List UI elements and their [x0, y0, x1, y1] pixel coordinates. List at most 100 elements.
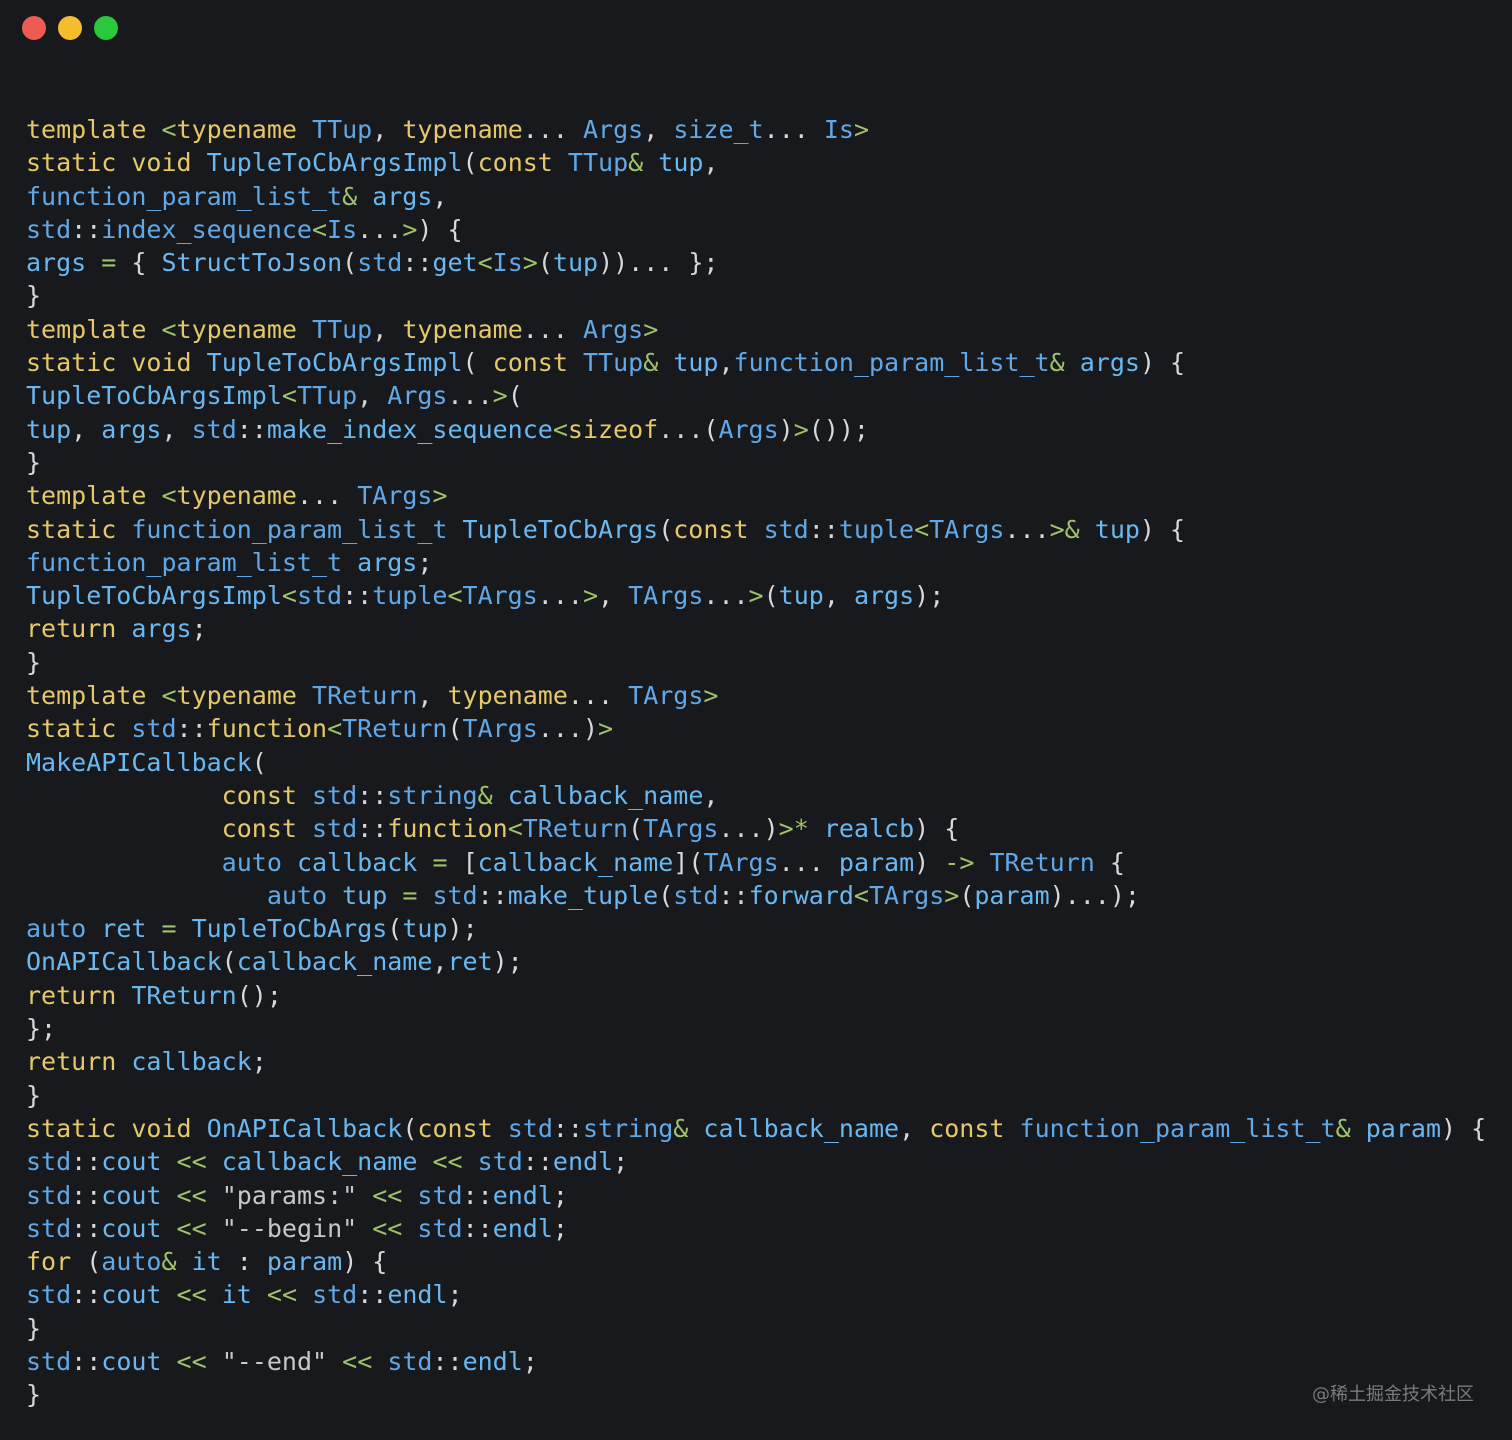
code-token: &: [161, 1247, 177, 1277]
code-token: OnAPICallback: [206, 1113, 403, 1143]
code-token: (: [959, 880, 975, 910]
code-token: >: [703, 681, 719, 711]
code-line: std::cout << "--end" << std::endl;: [26, 1345, 1486, 1378]
code-token: std: [26, 1280, 72, 1310]
code-token: std: [357, 248, 403, 278]
code-token: forward: [748, 880, 854, 910]
code-line: OnAPICallback(callback_name,ret);: [26, 945, 1486, 978]
code-token: std: [312, 1280, 358, 1310]
zoom-window-icon[interactable]: [94, 16, 118, 40]
code-token: callback_name: [477, 847, 674, 877]
code-token: }: [26, 281, 42, 311]
code-token: ::: [236, 414, 267, 444]
code-token: typename: [447, 681, 568, 711]
code-token: TArgs: [628, 581, 704, 611]
code-token: function_param_list_t: [26, 181, 343, 211]
code-line: std::cout << "--begin" << std::endl;: [26, 1212, 1486, 1245]
code-token: >: [582, 581, 599, 611]
code-token: ) {: [1139, 348, 1186, 378]
code-line: template <typename TTup, typename... Arg…: [26, 313, 1486, 346]
code-token: &: [1335, 1113, 1351, 1143]
code-token: function: [206, 714, 328, 744]
code-token: template: [26, 481, 147, 511]
code-token: <: [552, 414, 568, 444]
code-line: TupleToCbArgsImpl<std::tuple<TArgs...>, …: [26, 579, 1486, 612]
code-token: TArgs: [643, 814, 719, 844]
code-token: typename: [402, 314, 523, 344]
minimize-window-icon[interactable]: [58, 16, 82, 40]
code-token: callback_name: [236, 947, 433, 977]
code-token: >: [492, 381, 508, 411]
code-token: ,: [372, 314, 403, 344]
code-token: cout: [101, 1213, 162, 1243]
code-token: <: [477, 248, 493, 278]
code-token: ,: [432, 181, 448, 211]
code-token: TupleToCbArgsImpl: [206, 348, 463, 378]
code-token: void: [131, 1113, 192, 1143]
code-line: function_param_list_t args;: [26, 546, 1486, 579]
code-token: StructToJson: [161, 248, 343, 278]
code-token: static: [26, 514, 117, 544]
code-token: ::: [432, 1346, 463, 1376]
code-line: static function_param_list_t TupleToCbAr…: [26, 513, 1486, 546]
code-token: ,: [372, 115, 403, 144]
code-token: <<: [432, 1147, 463, 1177]
code-token: <: [853, 880, 869, 910]
code-token: args: [101, 414, 162, 444]
window-controls: [22, 16, 118, 40]
code-token: <<: [176, 1180, 207, 1210]
code-token: tup: [1094, 514, 1140, 544]
code-token: ,: [432, 947, 448, 977]
code-token: cout: [101, 1180, 162, 1210]
code-token: ,: [598, 581, 629, 611]
code-token: std: [26, 1213, 72, 1243]
code-token: ...): [718, 814, 779, 844]
code-token: );: [447, 914, 478, 944]
code-token: :: [236, 1247, 252, 1277]
code-token: ;: [552, 1180, 568, 1210]
code-token: Args: [583, 115, 644, 144]
code-token: =: [402, 880, 418, 910]
code-token: TTup: [582, 348, 644, 378]
code-token: Args: [387, 381, 448, 411]
code-token: std: [26, 214, 72, 244]
code-token: std: [673, 880, 719, 910]
code-token: (: [658, 514, 674, 544]
code-token: tup: [778, 581, 824, 611]
code-token: <<: [176, 1346, 207, 1376]
code-line: auto callback = [callback_name](TArgs...…: [26, 846, 1486, 879]
code-token: ::: [477, 880, 508, 910]
code-token: cout: [101, 1280, 162, 1310]
code-line: std::cout << callback_name << std::endl;: [26, 1145, 1486, 1178]
code-token: ...: [296, 481, 358, 511]
code-snippet-window: template < typename TTup, typename... Arg…: [0, 0, 1512, 1440]
code-token: const: [221, 814, 297, 844]
code-line: auto ret = TupleToCbArgs(tup);: [26, 912, 1486, 945]
code-token: function_param_list_t: [1019, 1113, 1336, 1143]
code-token: (: [402, 1113, 418, 1143]
code-token: ) {: [914, 814, 960, 844]
code-token: string: [387, 780, 478, 810]
code-line: }: [26, 646, 1486, 679]
code-token: TReturn: [131, 980, 237, 1010]
close-window-icon[interactable]: [22, 16, 46, 40]
code-token: &: [477, 780, 493, 810]
